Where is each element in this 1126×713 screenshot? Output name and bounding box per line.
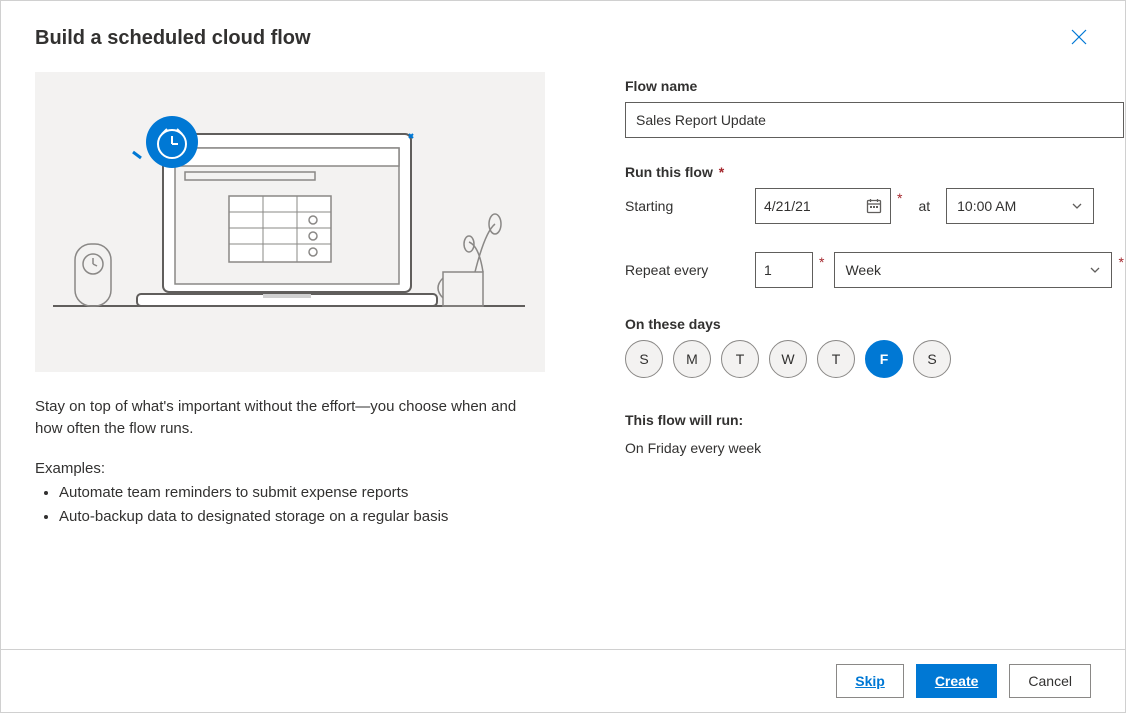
repeat-unit-input[interactable]: Week xyxy=(834,252,1112,288)
day-tuesday[interactable]: T xyxy=(721,340,759,378)
chevron-down-icon xyxy=(1071,200,1083,212)
dialog-title: Build a scheduled cloud flow xyxy=(35,27,311,50)
day-thursday[interactable]: T xyxy=(817,340,855,378)
flow-name-input[interactable] xyxy=(625,102,1124,138)
repeat-count-input[interactable] xyxy=(755,252,813,288)
day-wednesday[interactable]: W xyxy=(769,340,807,378)
close-button[interactable] xyxy=(1067,25,1091,52)
day-friday[interactable]: F xyxy=(865,340,903,378)
required-mark: * xyxy=(897,190,902,206)
examples-title: Examples: xyxy=(35,460,545,477)
description-text: Stay on top of what's important without … xyxy=(35,396,545,440)
starting-date-input[interactable]: 4/21/21 xyxy=(755,188,891,224)
chevron-down-icon xyxy=(1089,264,1101,276)
days-group: On these days S M T W T F S xyxy=(625,316,1124,378)
right-panel: Flow name Run this flow * Starting 4/21/… xyxy=(625,72,1124,649)
example-item: Auto-backup data to designated storage o… xyxy=(59,505,545,529)
dialog-footer: Skip Create Cancel xyxy=(1,649,1125,712)
days-label: On these days xyxy=(625,316,1124,332)
scheduled-flow-dialog: Build a scheduled cloud flow xyxy=(0,0,1126,713)
summary-text: On Friday every week xyxy=(625,440,1124,456)
run-flow-label: Run this flow * xyxy=(625,164,1124,180)
day-saturday[interactable]: S xyxy=(913,340,951,378)
illustration xyxy=(35,72,545,372)
run-flow-label-text: Run this flow xyxy=(625,164,713,180)
create-button[interactable]: Create xyxy=(916,664,998,698)
cancel-button[interactable]: Cancel xyxy=(1009,664,1091,698)
left-panel: Stay on top of what's important without … xyxy=(35,72,545,649)
starting-row: Starting 4/21/21 * xyxy=(625,188,1124,224)
laptop-clock-illustration xyxy=(35,72,545,372)
days-row: S M T W T F S xyxy=(625,340,1124,378)
required-mark: * xyxy=(1118,254,1123,270)
dialog-content: Stay on top of what's important without … xyxy=(1,62,1125,649)
day-monday[interactable]: M xyxy=(673,340,711,378)
day-sunday[interactable]: S xyxy=(625,340,663,378)
starting-label: Starting xyxy=(625,198,745,214)
flow-name-group: Flow name xyxy=(625,78,1124,138)
summary-group: This flow will run: On Friday every week xyxy=(625,412,1124,456)
starting-time-value: 10:00 AM xyxy=(957,198,1016,214)
at-label: at xyxy=(918,198,930,214)
repeat-label: Repeat every xyxy=(625,262,745,278)
flow-name-label: Flow name xyxy=(625,78,1124,94)
example-item: Automate team reminders to submit expens… xyxy=(59,481,545,505)
skip-button[interactable]: Skip xyxy=(836,664,904,698)
repeat-row: Repeat every * Week * xyxy=(625,252,1124,288)
required-mark: * xyxy=(715,164,724,180)
summary-label: This flow will run: xyxy=(625,412,1124,428)
dialog-header: Build a scheduled cloud flow xyxy=(1,1,1125,62)
starting-time-input[interactable]: 10:00 AM xyxy=(946,188,1094,224)
starting-date-value: 4/21/21 xyxy=(764,198,811,214)
examples-list: Automate team reminders to submit expens… xyxy=(35,481,545,529)
required-mark: * xyxy=(819,254,824,270)
close-icon xyxy=(1071,29,1087,45)
repeat-unit-value: Week xyxy=(845,262,881,278)
run-flow-group: Run this flow * Starting 4/21/21 xyxy=(625,164,1124,288)
calendar-icon xyxy=(866,198,882,214)
